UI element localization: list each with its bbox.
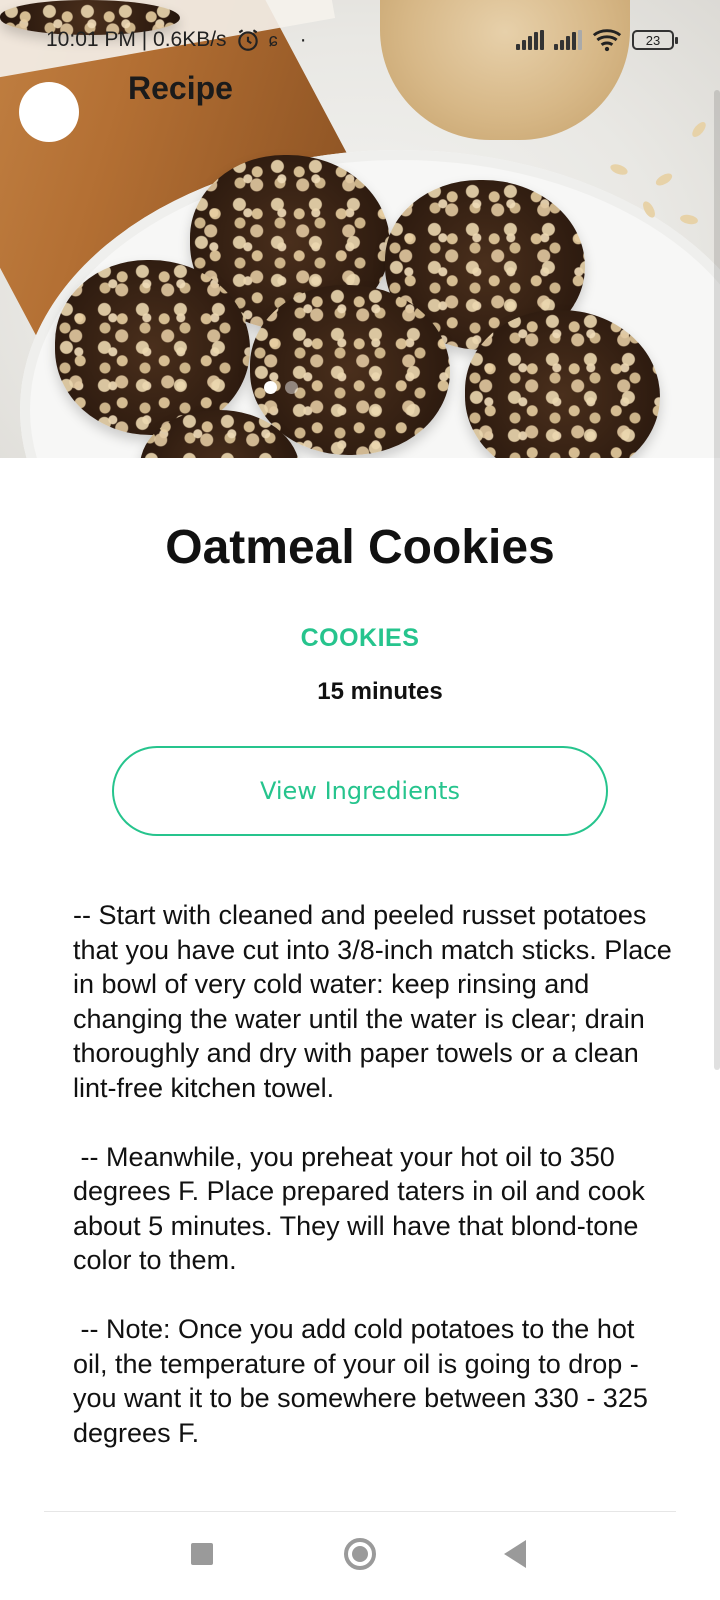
status-bar: 10:01 PM | 0.6KB/s ɕ · 23: [0, 18, 720, 62]
recents-icon[interactable]: [191, 1543, 213, 1565]
recipe-hero-image: [0, 0, 720, 458]
divider: [44, 1511, 676, 1512]
battery-level: 23: [645, 32, 661, 48]
oat-flake: [679, 213, 699, 226]
recipe-duration: 15 minutes: [317, 678, 443, 705]
signal-icon: [554, 30, 582, 50]
status-time-speed: 10:01 PM | 0.6KB/s: [46, 28, 227, 51]
recipe-category: COOKIES: [300, 624, 420, 652]
view-ingredients-button[interactable]: View Ingredients: [112, 746, 608, 836]
dot-icon: ·: [299, 28, 307, 51]
oat-flake: [653, 171, 675, 188]
system-navigation-bar: [0, 1520, 720, 1590]
cookie: [55, 260, 250, 435]
cookie: [250, 285, 450, 455]
alarm-icon: [237, 29, 258, 51]
carousel-dot[interactable]: [285, 381, 298, 394]
app-title: Recipe: [128, 70, 233, 106]
back-icon[interactable]: [504, 1540, 526, 1568]
home-icon[interactable]: [344, 1538, 376, 1570]
oat-flake: [609, 162, 629, 177]
back-button[interactable]: [19, 82, 79, 142]
carousel-dot-active[interactable]: [264, 381, 277, 394]
carousel-indicator[interactable]: [264, 381, 298, 394]
wifi-icon: [592, 29, 622, 52]
notification-icon: ɕ: [268, 29, 278, 50]
battery-icon: 23: [632, 30, 678, 50]
recipe-instructions: -- Start with cleaned and peeled russet …: [73, 900, 672, 1448]
signal-icon: [516, 30, 544, 50]
recipe-title: Oatmeal Cookies: [165, 521, 555, 574]
oat-flake: [689, 119, 709, 140]
scrollbar[interactable]: [714, 90, 720, 1070]
